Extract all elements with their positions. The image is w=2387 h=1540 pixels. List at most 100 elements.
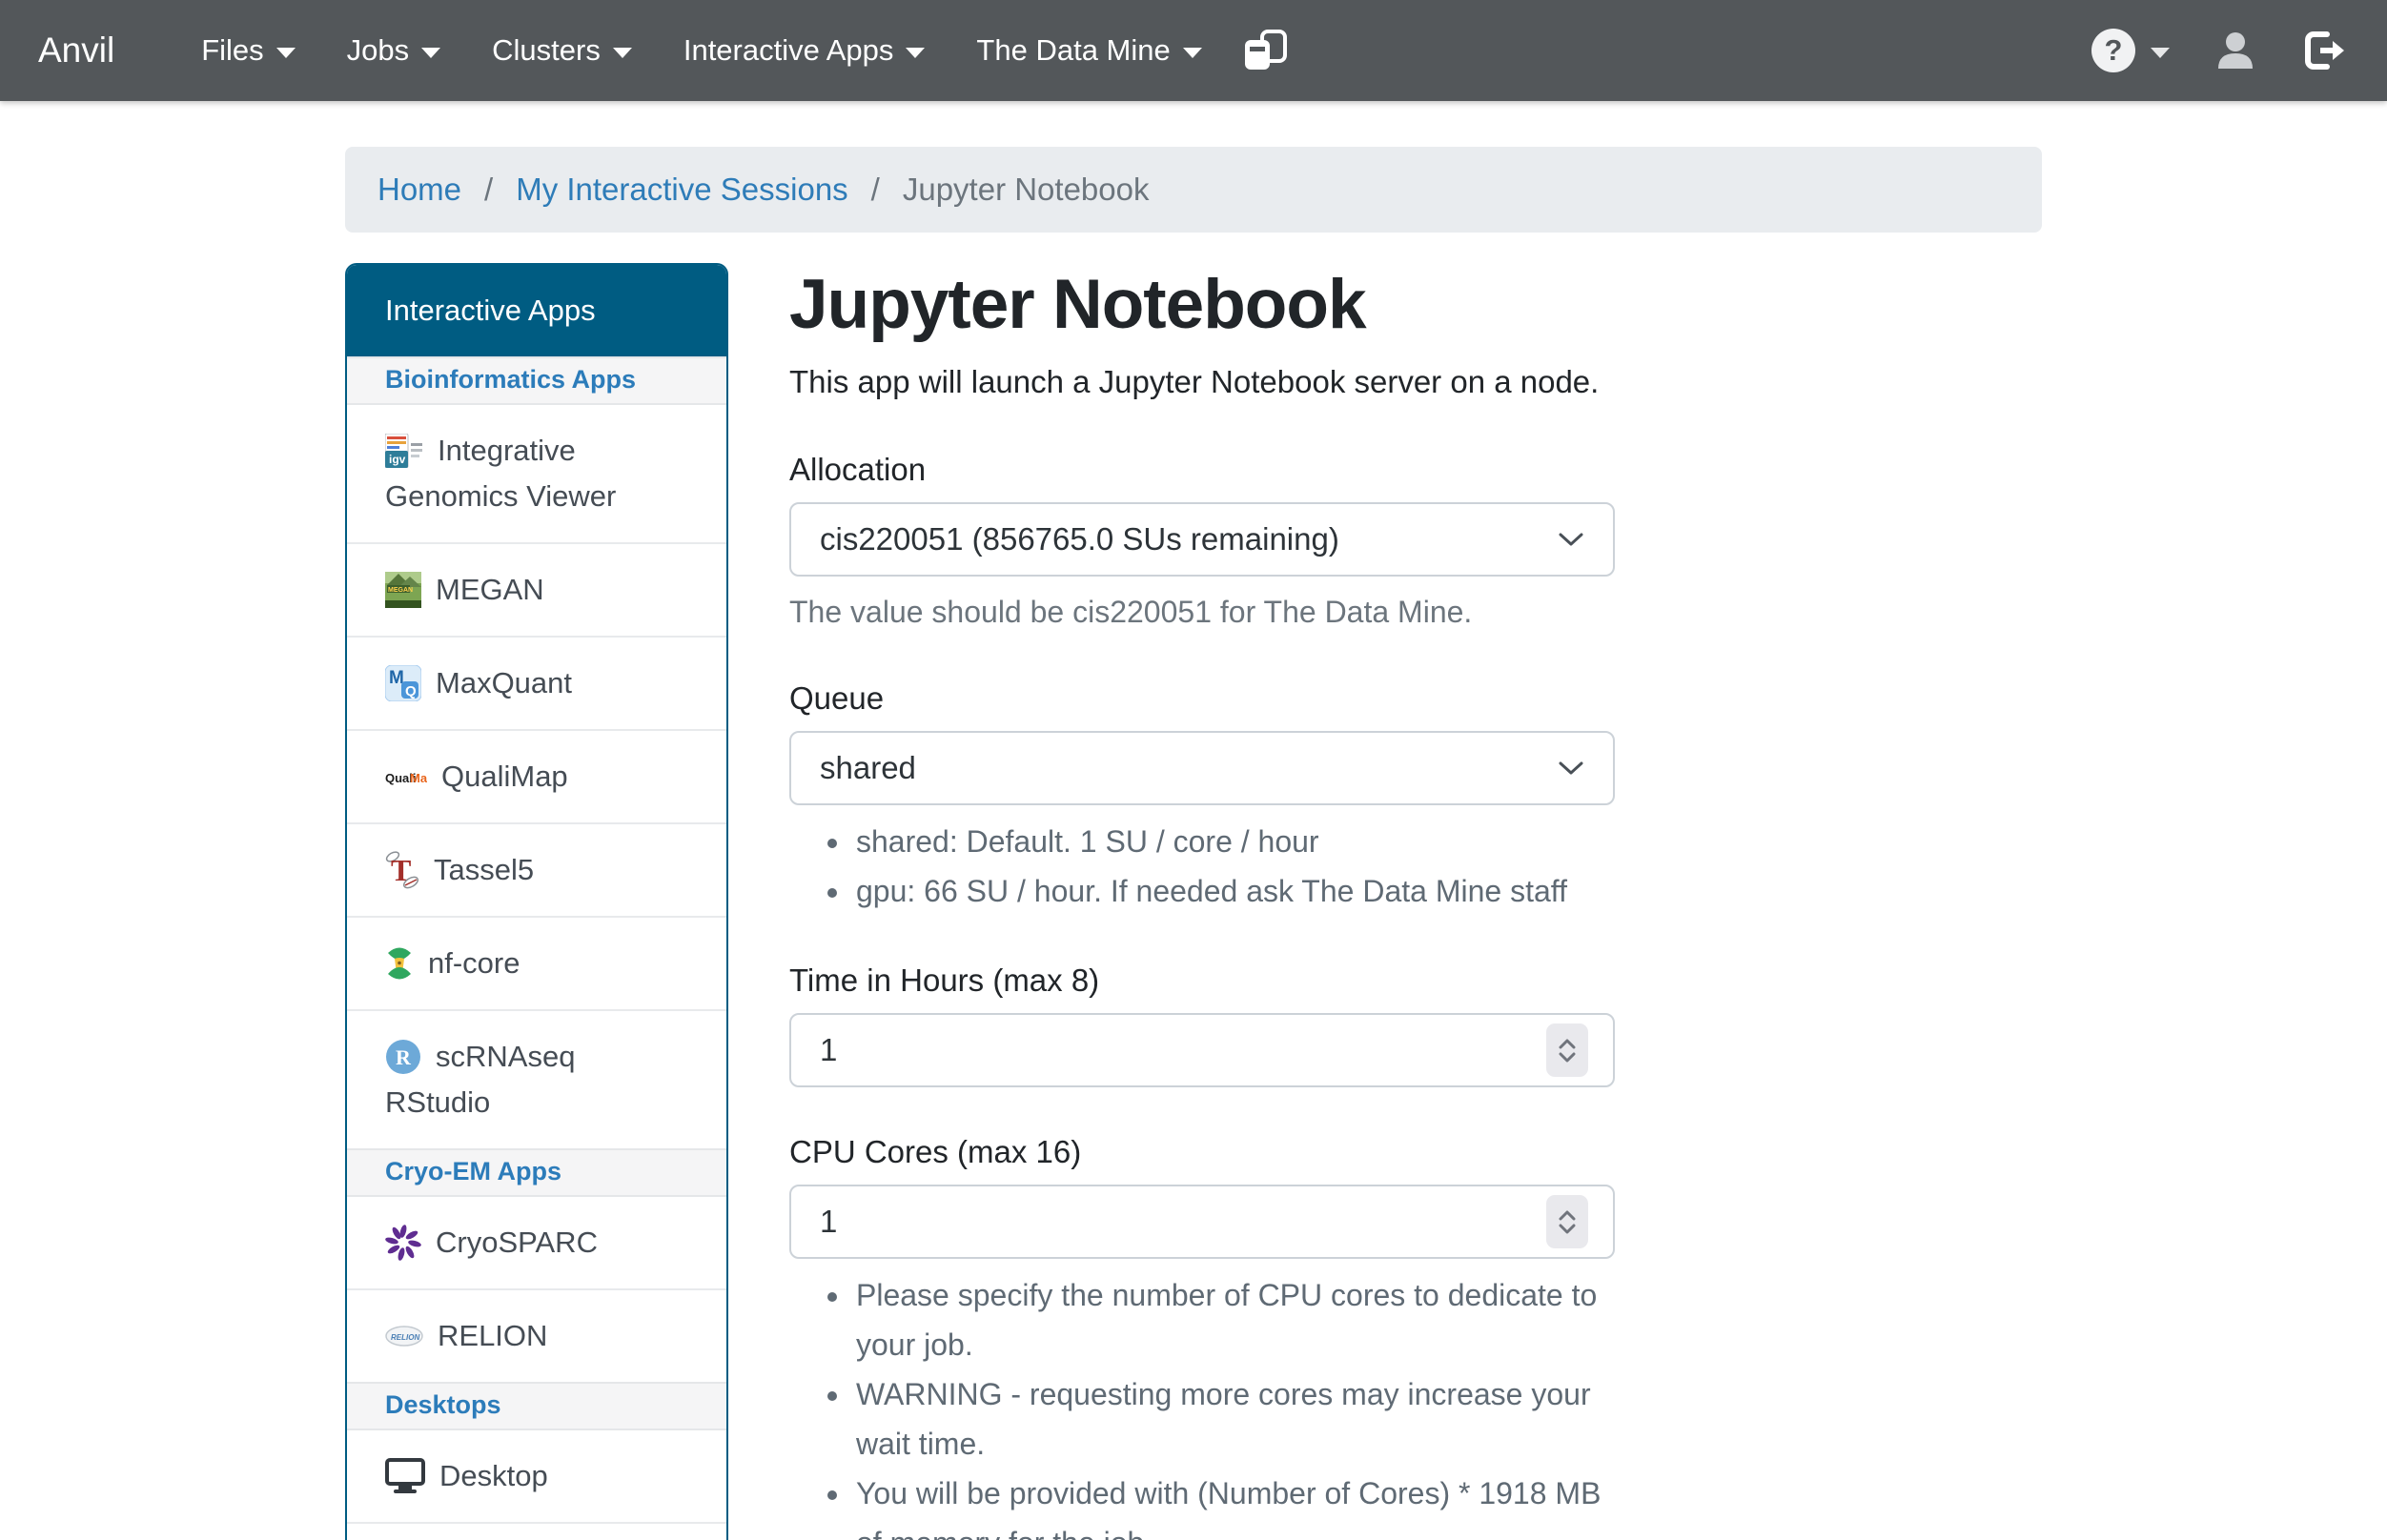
section-desktops: Desktops	[347, 1382, 726, 1430]
sidebar-item-qualimap[interactable]: Quali Map QualiMap	[347, 729, 726, 822]
sidebar-title: Interactive Apps	[347, 265, 726, 356]
tassel5-icon: T	[385, 851, 419, 889]
queue-label: Queue	[789, 676, 1615, 721]
chevron-down-icon	[1558, 1052, 1577, 1064]
queue-group: Queue shared shared: Default. 1 SU / cor…	[789, 676, 1615, 916]
time-stepper[interactable]	[1546, 1023, 1588, 1077]
cryosparc-icon	[385, 1225, 421, 1261]
svg-text:RELION: RELION	[391, 1333, 419, 1342]
allocation-select[interactable]: cis220051 (856765.0 SUs remaining)	[789, 502, 1615, 577]
nav-interactive-apps-label: Interactive Apps	[683, 33, 894, 68]
sidebar-item-label: Tassel5	[434, 853, 534, 886]
time-input[interactable]: 1	[789, 1013, 1615, 1087]
queue-selected-value: shared	[820, 750, 916, 786]
sidebar-item-desktop[interactable]: Desktop	[347, 1430, 726, 1522]
relion-icon: RELION	[385, 1325, 423, 1348]
nav-jobs-label: Jobs	[347, 33, 409, 68]
maxquant-icon: M Q	[385, 665, 421, 701]
my-interactive-sessions-button[interactable]	[1241, 29, 1289, 72]
svg-text:MEGAN: MEGAN	[388, 587, 413, 594]
sidebar-item-label: MaxQuant	[436, 666, 572, 699]
nav-clusters-dropdown[interactable]: Clusters	[466, 33, 658, 68]
nav-clusters-label: Clusters	[492, 33, 601, 68]
nav-jobs-dropdown[interactable]: Jobs	[321, 33, 466, 68]
logout-button[interactable]	[2301, 30, 2349, 71]
app-description: This app will launch a Jupyter Notebook …	[789, 359, 1615, 405]
cpu-help-item: Please specify the number of CPU cores t…	[852, 1270, 1615, 1369]
nav-data-mine-label: The Data Mine	[976, 33, 1170, 68]
svg-text:Map: Map	[410, 771, 427, 785]
sidebar-item-label: QualiMap	[441, 760, 568, 793]
breadcrumb-sessions-link[interactable]: My Interactive Sessions	[516, 172, 847, 208]
sidebar-item-label: CryoSPARC	[436, 1226, 598, 1259]
windows-stack-icon	[1241, 29, 1289, 72]
nav-data-mine-dropdown[interactable]: The Data Mine	[950, 33, 1227, 68]
cpu-group: CPU Cores (max 16) 1 Please specify the …	[789, 1129, 1615, 1540]
allocation-group: Allocation cis220051 (856765.0 SUs remai…	[789, 447, 1615, 634]
sidebar-item-label: MEGAN	[436, 573, 544, 606]
navbar-menu: Files Jobs Clusters Interactive Apps The…	[175, 29, 1289, 72]
cpu-help-list: Please specify the number of CPU cores t…	[789, 1270, 1615, 1540]
sidebar-item-megan[interactable]: MEGAN MEGAN	[347, 542, 726, 636]
sidebar-item-nf-core[interactable]: nf-core	[347, 916, 726, 1009]
cpu-help-item: You will be provided with (Number of Cor…	[852, 1469, 1615, 1540]
nf-core-icon	[385, 944, 414, 983]
nav-files-dropdown[interactable]: Files	[175, 33, 320, 68]
sidebar-item-scrnaseq-rstudio[interactable]: R scRNAseq RStudio	[347, 1009, 726, 1148]
user-button[interactable]	[2214, 29, 2257, 72]
megan-icon: MEGAN	[385, 572, 421, 608]
breadcrumb-separator: /	[871, 172, 880, 208]
time-group: Time in Hours (max 8) 1	[789, 958, 1615, 1087]
chevron-up-icon	[1558, 1209, 1577, 1221]
sidebar-item-tassel5[interactable]: T Tassel5	[347, 822, 726, 916]
chevron-down-icon	[1558, 760, 1584, 777]
brand-anvil[interactable]: Anvil	[38, 30, 114, 71]
sidebar-item-label: RELION	[438, 1319, 547, 1352]
time-value: 1	[820, 1032, 837, 1068]
interactive-apps-sidebar: Interactive Apps Bioinformatics Apps igv	[345, 263, 728, 1540]
sidebar-item-label: nf-core	[428, 946, 520, 980]
cpu-label: CPU Cores (max 16)	[789, 1129, 1615, 1175]
sign-out-icon	[2301, 30, 2349, 71]
queue-help-list: shared: Default. 1 SU / core / hour gpu:…	[789, 817, 1615, 916]
help-dropdown[interactable]: ?	[2091, 29, 2170, 72]
queue-help-item: gpu: 66 SU / hour. If needed ask The Dat…	[852, 866, 1615, 916]
cpu-input[interactable]: 1	[789, 1185, 1615, 1259]
desktop-icon	[385, 1458, 425, 1494]
cpu-stepper[interactable]	[1546, 1195, 1588, 1248]
queue-select[interactable]: shared	[789, 731, 1615, 805]
allocation-label: Allocation	[789, 447, 1615, 493]
rstudio-icon: R	[385, 1039, 421, 1075]
nav-files-label: Files	[201, 33, 263, 68]
chevron-down-icon	[906, 48, 925, 58]
sidebar-item-windows11[interactable]: Windows11	[347, 1522, 726, 1540]
cpu-help-item: WARNING - requesting more cores may incr…	[852, 1369, 1615, 1469]
chevron-down-icon	[1183, 48, 1202, 58]
allocation-help-text: The value should be cis220051 for The Da…	[789, 590, 1615, 634]
chevron-up-icon	[1558, 1038, 1577, 1049]
chevron-down-icon	[421, 48, 440, 58]
sidebar-item-cryosparc[interactable]: CryoSPARC	[347, 1197, 726, 1288]
section-cryo-em-apps: Cryo-EM Apps	[347, 1148, 726, 1197]
sidebar-item-maxquant[interactable]: M Q MaxQuant	[347, 636, 726, 729]
svg-text:R: R	[396, 1045, 412, 1069]
svg-text:Q: Q	[405, 683, 417, 699]
igv-icon: igv	[385, 434, 423, 468]
chevron-down-icon	[276, 48, 296, 58]
qualimap-icon: Quali Map	[385, 764, 427, 789]
breadcrumb-current: Jupyter Notebook	[903, 172, 1150, 208]
nav-interactive-apps-dropdown[interactable]: Interactive Apps	[658, 33, 951, 68]
sidebar-item-igv[interactable]: igv Integrative Genomics Viewer	[347, 405, 726, 542]
breadcrumb-home-link[interactable]: Home	[377, 172, 461, 208]
chevron-down-icon	[1558, 1224, 1577, 1235]
time-label: Time in Hours (max 8)	[789, 958, 1615, 1003]
help-icon: ?	[2091, 29, 2135, 72]
chevron-down-icon	[1558, 531, 1584, 548]
top-navbar: Anvil Files Jobs Clusters Interactive Ap…	[0, 0, 2387, 101]
allocation-selected-value: cis220051 (856765.0 SUs remaining)	[820, 521, 1339, 557]
page-title: Jupyter Notebook	[789, 265, 1615, 344]
chevron-down-icon	[613, 48, 632, 58]
sidebar-item-relion[interactable]: RELION RELION	[347, 1288, 726, 1382]
cpu-value: 1	[820, 1204, 837, 1240]
user-icon	[2214, 29, 2257, 72]
